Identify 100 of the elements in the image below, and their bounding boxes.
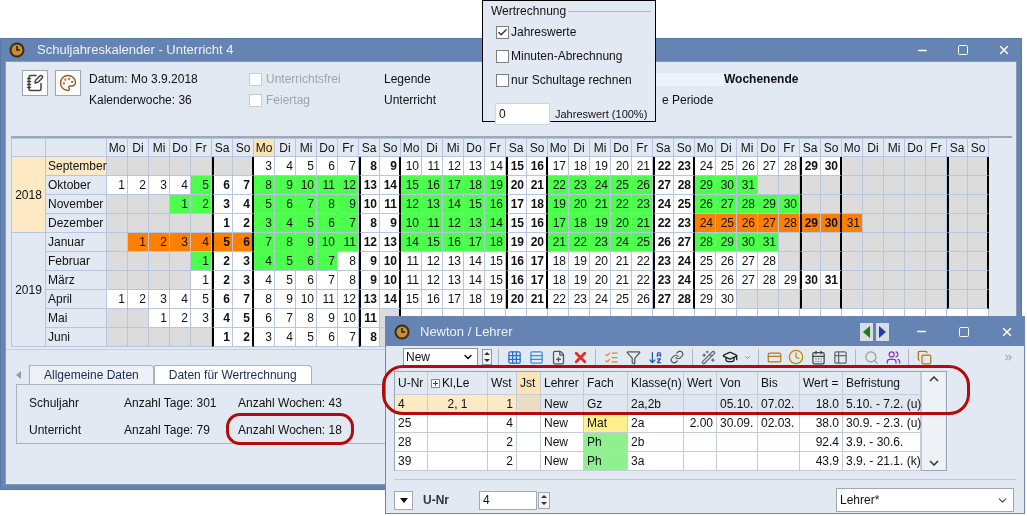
table-row[interactable]: 4 2, 1 1 New Gz 2a,2b 05.10. 07.02. 18.0 5.10. - 7.2. (u) [395, 395, 921, 414]
day-cell[interactable]: 16 [527, 214, 548, 233]
day-cell[interactable]: 8 [359, 214, 380, 233]
day-cell[interactable]: 25 [611, 290, 632, 309]
day-cell[interactable]: 15 [485, 252, 506, 271]
day-cell[interactable]: 25 [611, 176, 632, 195]
day-cell[interactable]: 22 [653, 157, 674, 176]
day-cell[interactable]: 5 [275, 252, 296, 271]
day-cell[interactable]: 28 [779, 214, 800, 233]
day-cell[interactable]: 1 [170, 195, 191, 214]
day-cell[interactable]: 8 [296, 309, 317, 328]
day-cell[interactable]: 6 [296, 271, 317, 290]
filter-combo[interactable]: New [403, 348, 478, 366]
day-cell[interactable]: 15 [485, 271, 506, 290]
day-cell[interactable]: 1 [191, 271, 212, 290]
column-header[interactable]: Klasse(n) [628, 372, 684, 395]
day-cell[interactable]: 9 [380, 214, 401, 233]
day-cell[interactable]: 23 [569, 290, 590, 309]
day-cell[interactable]: 27 [653, 290, 674, 309]
day-cell[interactable]: 2 [128, 290, 149, 309]
day-cell[interactable]: 8 [338, 252, 359, 271]
day-cell[interactable]: 7 [338, 157, 359, 176]
day-cell[interactable]: 17 [464, 233, 485, 252]
day-cell[interactable]: 24 [590, 290, 611, 309]
day-cell[interactable]: 11 [359, 309, 380, 328]
day-cell[interactable]: 1 [128, 233, 149, 252]
day-cell[interactable]: 31 [737, 176, 758, 195]
day-cell[interactable]: 14 [380, 290, 401, 309]
day-cell[interactable]: 7 [317, 252, 338, 271]
day-cell[interactable]: 27 [737, 271, 758, 290]
day-cell[interactable]: 9 [275, 290, 296, 309]
day-cell[interactable]: 7 [317, 271, 338, 290]
month-cell[interactable]: Dezember [46, 214, 107, 233]
day-cell[interactable]: 7 [233, 290, 254, 309]
tab[interactable]: Allgemeine Daten [29, 365, 154, 384]
day-cell[interactable]: 12 [422, 252, 443, 271]
day-cell[interactable]: 11 [422, 214, 443, 233]
day-cell[interactable]: 30 [737, 233, 758, 252]
day-cell[interactable]: 12 [338, 290, 359, 309]
day-cell[interactable]: 13 [359, 290, 380, 309]
day-cell[interactable]: 1 [191, 252, 212, 271]
day-cell[interactable]: 7 [254, 233, 275, 252]
table-row[interactable]: 39 2 New Ph 3a 43.9 3.9. - 21.1. (k) [395, 452, 921, 471]
day-cell[interactable]: 3 [254, 328, 275, 347]
month-cell[interactable]: Oktober [46, 176, 107, 195]
day-cell[interactable]: 18 [464, 290, 485, 309]
day-cell[interactable]: 27 [674, 233, 695, 252]
day-cell[interactable]: 4 [275, 214, 296, 233]
day-cell[interactable]: 28 [674, 176, 695, 195]
day-cell[interactable]: 22 [569, 233, 590, 252]
day-cell[interactable]: 5 [191, 290, 212, 309]
day-cell[interactable]: 6 [296, 252, 317, 271]
day-cell[interactable]: 22 [632, 252, 653, 271]
day-cell[interactable]: 20 [611, 157, 632, 176]
day-cell[interactable]: 8 [359, 328, 380, 347]
day-cell[interactable]: 13 [380, 233, 401, 252]
day-cell[interactable]: 15 [506, 214, 527, 233]
day-cell[interactable]: 23 [653, 271, 674, 290]
day-cell[interactable]: 23 [653, 252, 674, 271]
day-cell[interactable]: 19 [506, 233, 527, 252]
day-cell[interactable]: 5 [296, 214, 317, 233]
month-cell[interactable]: Juni [46, 328, 107, 347]
day-cell[interactable]: 14 [401, 233, 422, 252]
day-cell[interactable]: 2 [170, 309, 191, 328]
day-cell[interactable]: 13 [422, 195, 443, 214]
tab[interactable]: Daten für Wertrechnung [153, 365, 312, 384]
day-cell[interactable]: 6 [317, 157, 338, 176]
day-cell[interactable]: 1 [107, 176, 128, 195]
day-cell[interactable]: 18 [527, 195, 548, 214]
day-cell[interactable]: 13 [464, 214, 485, 233]
day-cell[interactable]: 3 [149, 290, 170, 309]
day-cell[interactable]: 9 [359, 252, 380, 271]
day-cell[interactable]: 10 [401, 214, 422, 233]
day-cell[interactable]: 4 [170, 176, 191, 195]
day-cell[interactable]: 8 [359, 157, 380, 176]
month-cell[interactable]: September [46, 157, 107, 176]
month-cell[interactable]: Mai [46, 309, 107, 328]
day-cell[interactable]: 31 [842, 214, 863, 233]
month-cell[interactable]: Januar [46, 233, 107, 252]
day-cell[interactable]: 16 [506, 252, 527, 271]
day-cell[interactable]: 20 [611, 214, 632, 233]
day-cell[interactable]: 6 [317, 214, 338, 233]
day-cell[interactable]: 8 [338, 271, 359, 290]
day-cell[interactable]: 9 [275, 176, 296, 195]
day-cell[interactable]: 25 [674, 195, 695, 214]
day-cell[interactable]: 2 [233, 214, 254, 233]
day-cell[interactable]: 1 [212, 214, 233, 233]
day-cell[interactable]: 10 [359, 195, 380, 214]
day-cell[interactable]: 11 [338, 233, 359, 252]
column-header[interactable]: Bis [758, 372, 800, 395]
day-cell[interactable]: 2 [191, 195, 212, 214]
month-cell[interactable]: April [46, 290, 107, 309]
day-cell[interactable]: 8 [317, 195, 338, 214]
day-cell[interactable]: 20 [506, 290, 527, 309]
day-cell[interactable]: 16 [527, 157, 548, 176]
day-cell[interactable]: 10 [380, 271, 401, 290]
day-cell[interactable]: 19 [548, 195, 569, 214]
day-cell[interactable]: 17 [548, 214, 569, 233]
month-cell[interactable]: Februar [46, 252, 107, 271]
day-cell[interactable]: 9 [380, 157, 401, 176]
